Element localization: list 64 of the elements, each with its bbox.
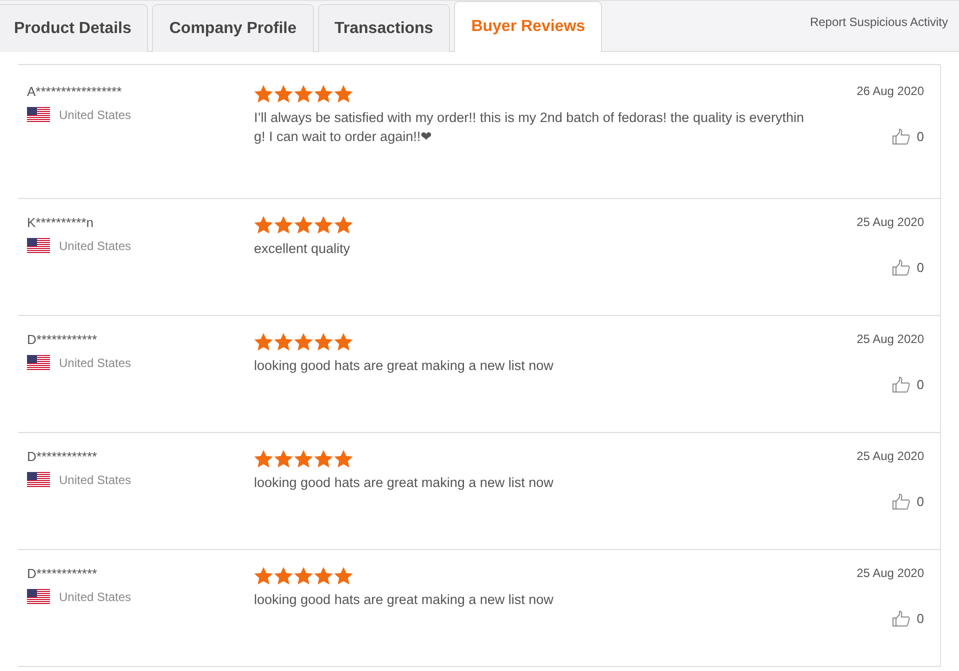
review-date: 26 Aug 2020 [856,84,924,98]
star-icon [314,450,333,468]
star-icon [294,450,313,468]
review-date: 25 Aug 2020 [856,215,924,229]
star-icon [294,216,313,234]
thumbs-up-icon[interactable] [892,493,910,510]
flag-icon [27,589,50,604]
review-date: 25 Aug 2020 [856,449,924,463]
star-icon [334,333,353,351]
star-icon [314,333,333,351]
flag-icon [27,472,50,487]
report-link[interactable]: Report Suspicious Activity [810,15,948,29]
star-icon [294,567,313,585]
like-count: 0 [916,377,924,392]
star-icon [294,333,313,351]
thumbs-up-icon[interactable] [892,376,910,393]
star-icon [274,567,293,585]
flag-icon [27,107,50,122]
review-date: 25 Aug 2020 [856,566,924,580]
buyer-name: K**********n [27,215,94,230]
country-label: United States [59,356,132,370]
buyer-name: D************ [27,332,98,347]
star-icon [254,85,273,103]
tab[interactable]: Transactions [318,4,450,52]
country-label: United States [59,108,132,122]
star-icon [274,85,293,103]
thumbs-up-icon[interactable] [892,128,910,145]
star-icon [254,567,273,585]
star-icon [334,85,353,103]
star-icon [314,567,333,585]
buyer-name: D************ [27,566,98,581]
country-label: United States [59,472,132,486]
review-date: 25 Aug 2020 [856,332,924,346]
star-icon [334,216,353,234]
flag-icon [27,238,50,253]
star-icon [274,333,293,351]
tab[interactable]: Company Profile [152,4,314,52]
thumbs-up-icon[interactable] [892,610,910,627]
flag-icon [27,355,50,370]
tab[interactable]: Product Details [0,4,148,52]
thumbs-up-icon[interactable] [892,259,910,276]
review-text: looking good hats are great making a new list now [254,591,554,609]
like-count: 0 [916,611,924,626]
like-count: 0 [916,494,924,509]
review-text: I’ll always be satisfied with my order!! this is my 2nd batch of fedoras! the quality is everything! I can wait to order again!!❤ [254,109,805,146]
star-icon [334,567,353,585]
star-icon [294,85,313,103]
review-text: looking good hats are great making a new list now [254,357,554,375]
star-icon [274,216,293,234]
star-icon [254,450,273,468]
review-text: excellent quality [254,240,352,258]
country-label: United States [59,590,132,604]
star-icon [274,450,293,468]
buyer-name: A***************** [27,84,123,99]
buyer-name: D************ [27,449,98,464]
like-count: 0 [916,129,924,144]
country-label: United States [59,238,132,252]
review-text: looking good hats are great making a new list now [254,474,554,492]
star-icon [254,333,273,351]
star-icon [314,216,333,234]
star-icon [254,216,273,234]
star-icon [334,450,353,468]
star-icon [314,85,333,103]
like-count: 0 [916,260,924,275]
